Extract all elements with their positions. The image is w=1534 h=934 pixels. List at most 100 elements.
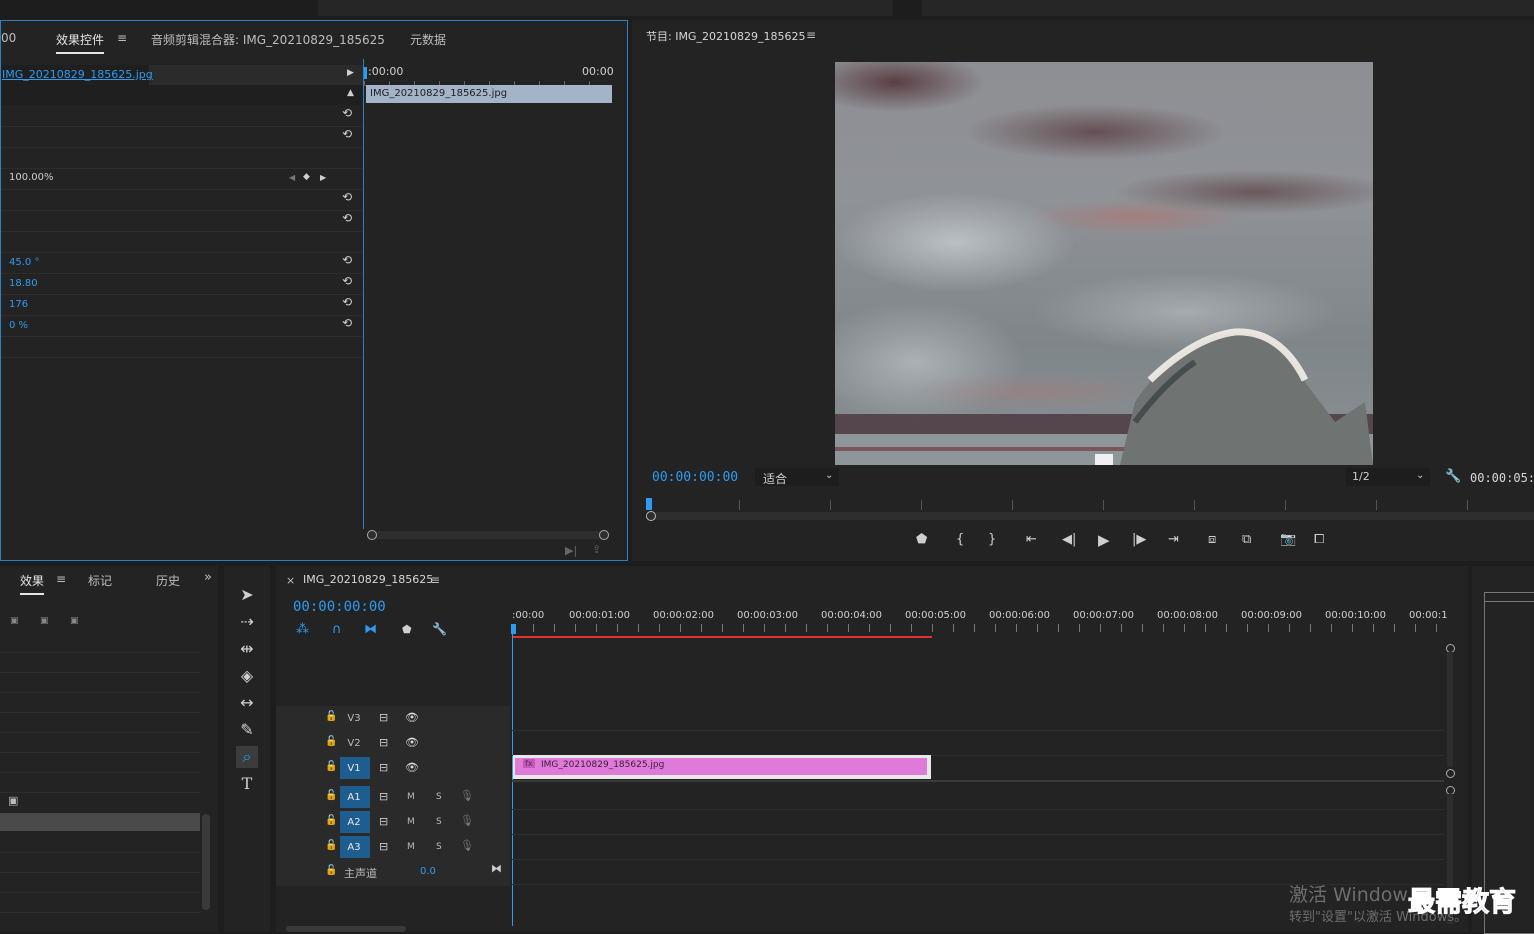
effects-scrollbar[interactable] <box>202 814 210 910</box>
mark-in-icon[interactable]: { <box>956 532 964 547</box>
param-value-1[interactable]: 18.80 <box>9 278 38 289</box>
scroll-handle[interactable] <box>1446 769 1455 778</box>
microphone-icon[interactable]: 🎙 <box>460 839 474 852</box>
snap-icon[interactable]: ⁂ <box>296 622 309 637</box>
filter-icon[interactable]: ▶| <box>565 544 577 557</box>
selection-tool-icon[interactable]: ➤ <box>236 584 258 606</box>
camera-icon[interactable]: 📷 <box>1280 532 1296 547</box>
microphone-icon[interactable]: 🎙 <box>460 789 474 802</box>
reset-icon[interactable]: ⟲ <box>342 254 354 266</box>
timeline-ruler[interactable]: :00:00 00:00:01:00 00:00:02:00 00:00:03:… <box>512 606 1456 638</box>
tab-effects[interactable]: 效果 <box>20 572 45 595</box>
tab-partial[interactable]: 00 <box>1 31 16 45</box>
eye-icon[interactable]: 👁 <box>405 711 419 724</box>
zoom-tool-icon[interactable]: ⌕ <box>236 746 258 768</box>
close-icon[interactable]: × <box>286 574 295 587</box>
step-forward-icon[interactable]: |▶ <box>1132 532 1146 547</box>
lock-icon[interactable]: 🔓 <box>325 815 337 826</box>
sync-lock-icon[interactable]: ⊟ <box>379 761 388 774</box>
more-tabs-icon[interactable]: » <box>204 570 212 585</box>
ec-clip-bar[interactable]: IMG_20210829_185625.jpg <box>366 85 612 103</box>
playhead-timecode[interactable]: 00:00:00:00 <box>652 470 738 485</box>
master-volume[interactable]: 0.0 <box>420 866 436 877</box>
reset-icon[interactable]: ⟲ <box>342 128 354 140</box>
video-frame[interactable] <box>835 62 1373 465</box>
track-name-v2[interactable]: V2 <box>343 738 365 749</box>
ec-playhead[interactable] <box>364 67 367 79</box>
eye-icon[interactable]: 👁 <box>405 736 419 749</box>
panel-menu-icon[interactable]: ≡ <box>806 28 816 42</box>
reset-icon[interactable]: ⟲ <box>342 275 354 287</box>
next-keyframe-icon[interactable]: ▶ <box>320 173 326 182</box>
mute-button[interactable]: M <box>407 792 415 802</box>
reset-icon[interactable]: ⟲ <box>342 317 354 329</box>
ec-timeline[interactable]: :00:00 00:00 IMG_20210829_185625.jpg <box>363 59 616 529</box>
wrench-icon[interactable]: 🔧 <box>432 622 447 636</box>
timeline-playhead-handle[interactable] <box>511 624 516 634</box>
track-select-tool-icon[interactable]: ⇢ <box>236 611 258 633</box>
track-name-v1[interactable]: V1 <box>343 763 365 774</box>
tab-history[interactable]: 历史 <box>156 572 180 589</box>
track-name-a3[interactable]: A3 <box>343 842 365 853</box>
reset-icon[interactable]: ⟲ <box>342 212 354 224</box>
play-clip-icon[interactable]: ▶ <box>347 68 354 78</box>
mark-out-icon[interactable]: } <box>988 532 996 547</box>
slip-tool-icon[interactable]: ↔ <box>236 692 258 714</box>
horizontal-scrollbar[interactable] <box>286 926 406 932</box>
reset-icon[interactable]: ⟲ <box>342 191 354 203</box>
reset-icon[interactable]: ⟲ <box>342 107 354 119</box>
param-value-2[interactable]: 176 <box>9 299 28 310</box>
tab-audio-clip-mixer[interactable]: 音频剪辑混合器: IMG_20210829_185625 <box>151 31 385 48</box>
compare-icon[interactable]: ⧠ <box>1314 532 1324 547</box>
scale-value[interactable]: 100.00% <box>9 172 54 183</box>
track-name-v3[interactable]: V3 <box>343 713 365 724</box>
preset-icon[interactable]: ▣ <box>40 616 49 626</box>
mute-button[interactable]: M <box>407 817 415 827</box>
lock-icon[interactable]: 🔓 <box>325 711 337 722</box>
go-to-end-icon[interactable]: ⧓ <box>491 862 502 875</box>
resolution-select[interactable]: 1/2 ⌄ <box>1346 468 1430 486</box>
sequence-tab[interactable]: IMG_20210829_185625 <box>303 573 433 586</box>
type-tool-icon[interactable]: T <box>236 773 258 795</box>
tab-metadata[interactable]: 元数据 <box>410 31 446 48</box>
lock-icon[interactable]: 🔓 <box>325 761 337 772</box>
param-value-3[interactable]: 0 % <box>9 320 28 331</box>
collapse-icon[interactable]: ▲ <box>347 88 354 98</box>
microphone-icon[interactable]: 🎙 <box>460 814 474 827</box>
go-to-out-icon[interactable]: ⇥ <box>1168 532 1179 547</box>
solo-button[interactable]: S <box>436 792 442 802</box>
sync-lock-icon[interactable]: ⊟ <box>379 815 388 828</box>
sync-lock-icon[interactable]: ⊟ <box>379 840 388 853</box>
extract-icon[interactable]: ⧉ <box>1242 532 1251 547</box>
monitor-playhead[interactable] <box>646 498 652 510</box>
lock-icon[interactable]: 🔓 <box>325 790 337 801</box>
lock-icon[interactable]: 🔓 <box>325 840 337 851</box>
linked-selection-icon[interactable]: ⧓ <box>364 622 377 637</box>
go-to-in-icon[interactable]: ⇤ <box>1026 532 1037 547</box>
monitor-zoom-bar[interactable] <box>646 511 1534 521</box>
track-name-a1[interactable]: A1 <box>343 792 365 803</box>
solo-button[interactable]: S <box>436 817 442 827</box>
lock-icon[interactable]: 🔓 <box>325 865 337 876</box>
panel-menu-icon[interactable]: ≡ <box>117 31 127 45</box>
eye-icon[interactable]: 👁 <box>405 761 419 774</box>
clip-name-tab[interactable]: IMG_20210829_185625.jpg <box>1 65 153 85</box>
ripple-edit-tool-icon[interactable]: ⇹ <box>236 638 258 660</box>
track-name-a2[interactable]: A2 <box>343 817 365 828</box>
vertical-scrollbar[interactable] <box>1447 652 1453 767</box>
effects-selected-row[interactable] <box>0 813 200 831</box>
sync-lock-icon[interactable]: ⊟ <box>379 790 388 803</box>
tab-markers[interactable]: 标记 <box>88 572 112 589</box>
razor-tool-icon[interactable]: ◈ <box>236 665 258 687</box>
lift-icon[interactable]: ⧈ <box>1208 532 1216 547</box>
magnet-icon[interactable]: ∩ <box>332 622 342 637</box>
mute-button[interactable]: M <box>407 842 415 852</box>
export-icon[interactable]: ⇪ <box>592 543 601 556</box>
ec-scrollbar[interactable] <box>367 530 609 540</box>
timeline-clip[interactable]: fx IMG_20210829_185625.jpg <box>513 755 931 779</box>
wrench-icon[interactable]: 🔧 <box>1445 469 1461 484</box>
sync-lock-icon[interactable]: ⊟ <box>379 711 388 724</box>
add-keyframe-icon[interactable]: ◆ <box>303 172 310 182</box>
add-marker-icon[interactable]: ⬟ <box>402 623 412 636</box>
workspace-tabs-bar[interactable] <box>318 0 893 16</box>
